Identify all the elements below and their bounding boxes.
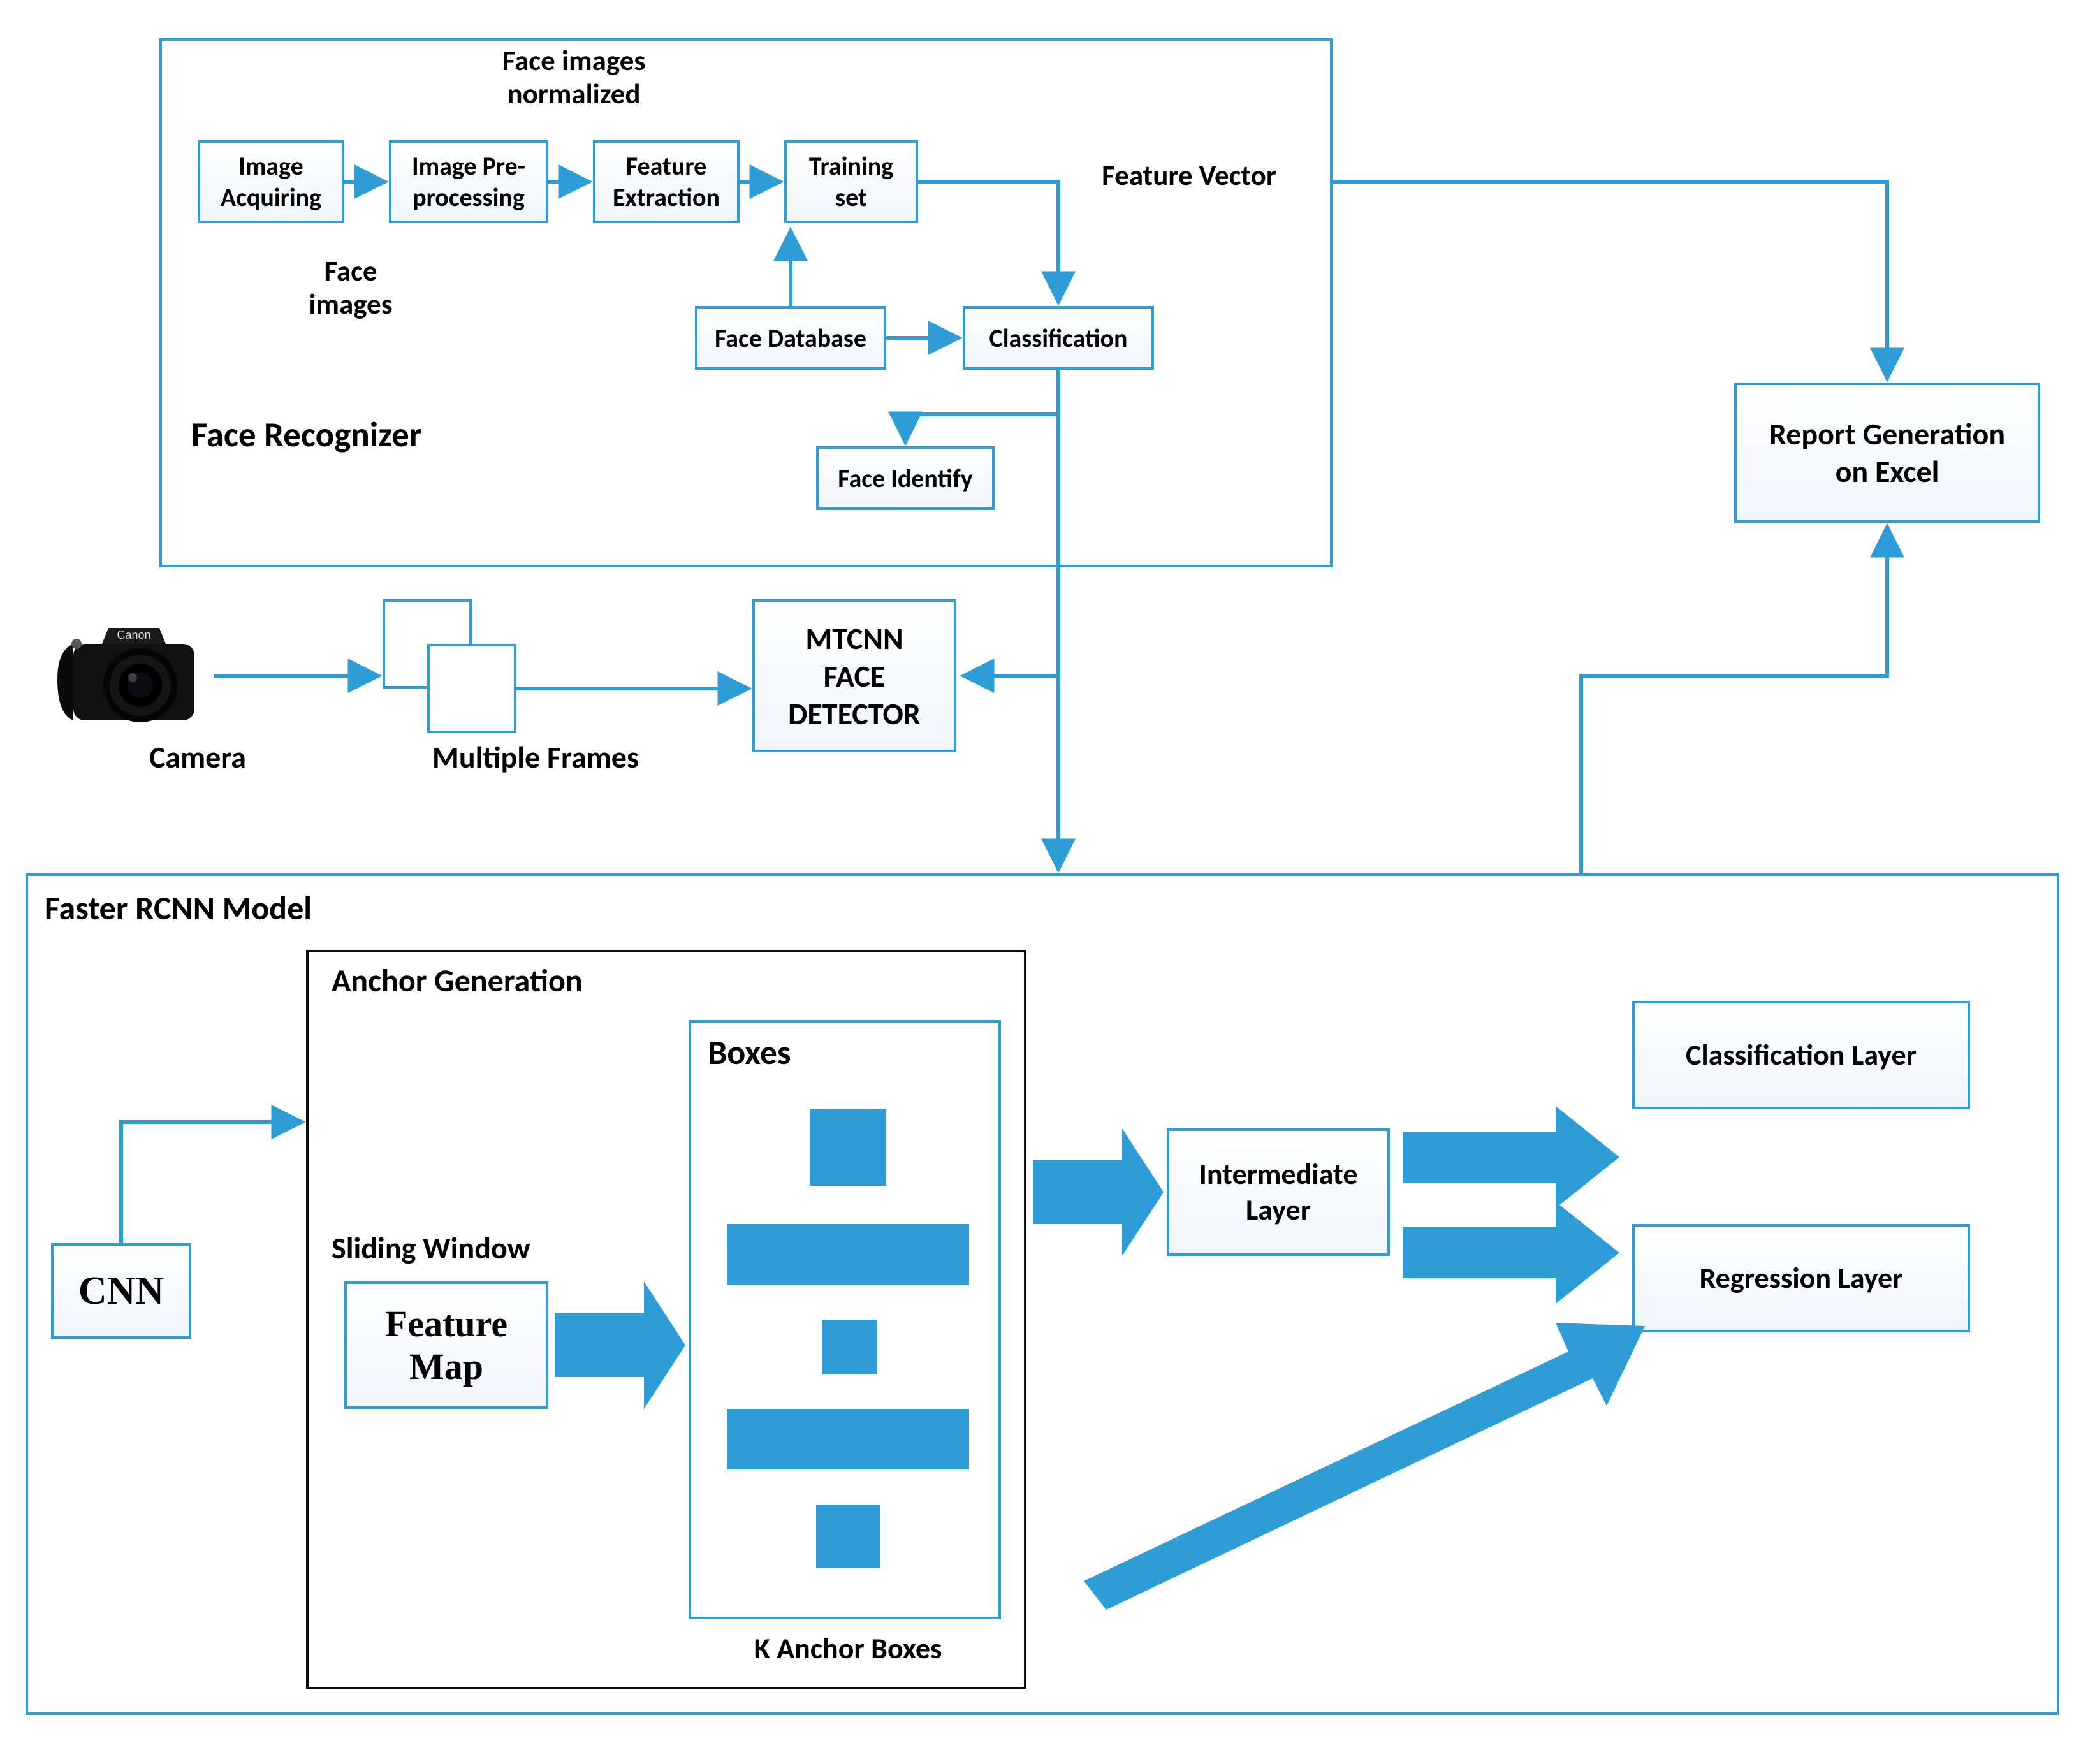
feature-extraction-box: Feature Extraction — [593, 140, 740, 223]
camera-icon: Canon — [38, 599, 210, 733]
classification-layer-box: Classification Layer — [1632, 1001, 1970, 1109]
sliding-window-label: Sliding Window — [332, 1230, 587, 1265]
feature-vector-label: Feature Vector — [1084, 159, 1294, 193]
anchor-shape-4 — [727, 1409, 969, 1469]
face-images-label: Face images — [287, 255, 414, 321]
training-set-box: Training set — [784, 140, 918, 223]
faster-rcnn-title: Faster RCNN Model — [45, 889, 427, 928]
report-generation-box: Report Generation on Excel — [1734, 383, 2040, 523]
anchor-shape-3 — [822, 1320, 877, 1374]
face-identify-box: Face Identify — [816, 446, 995, 510]
mtcnn-box: MTCNN FACE DETECTOR — [752, 599, 956, 752]
face-images-normalized-label: Face images normalized — [446, 45, 701, 111]
regression-layer-box: Regression Layer — [1632, 1224, 1970, 1332]
image-preprocessing-box: Image Pre- processing — [389, 140, 548, 223]
camera-label: Camera — [128, 740, 268, 775]
anchor-shape-5 — [816, 1505, 880, 1568]
anchor-generation-title: Anchor Generation — [332, 963, 650, 1000]
face-recognizer-title: Face Recognizer — [191, 414, 478, 455]
frame-front — [427, 644, 516, 733]
feature-map-box: Feature Map — [344, 1281, 548, 1409]
classification-box: Classification — [963, 306, 1154, 370]
intermediate-layer-box: Intermediate Layer — [1167, 1128, 1390, 1256]
k-anchor-boxes-label: K Anchor Boxes — [720, 1632, 975, 1666]
face-database-box: Face Database — [695, 306, 886, 370]
boxes-title: Boxes — [708, 1033, 835, 1072]
diagram-canvas: Face images normalized Image Acquiring I… — [0, 0, 2081, 1764]
anchor-shape-2 — [727, 1224, 969, 1285]
cnn-box: CNN — [51, 1243, 191, 1339]
anchor-shape-1 — [810, 1109, 886, 1186]
svg-text:Canon: Canon — [117, 629, 150, 641]
multiple-frames-label: Multiple Frames — [402, 740, 669, 775]
image-acquiring-box: Image Acquiring — [198, 140, 344, 223]
